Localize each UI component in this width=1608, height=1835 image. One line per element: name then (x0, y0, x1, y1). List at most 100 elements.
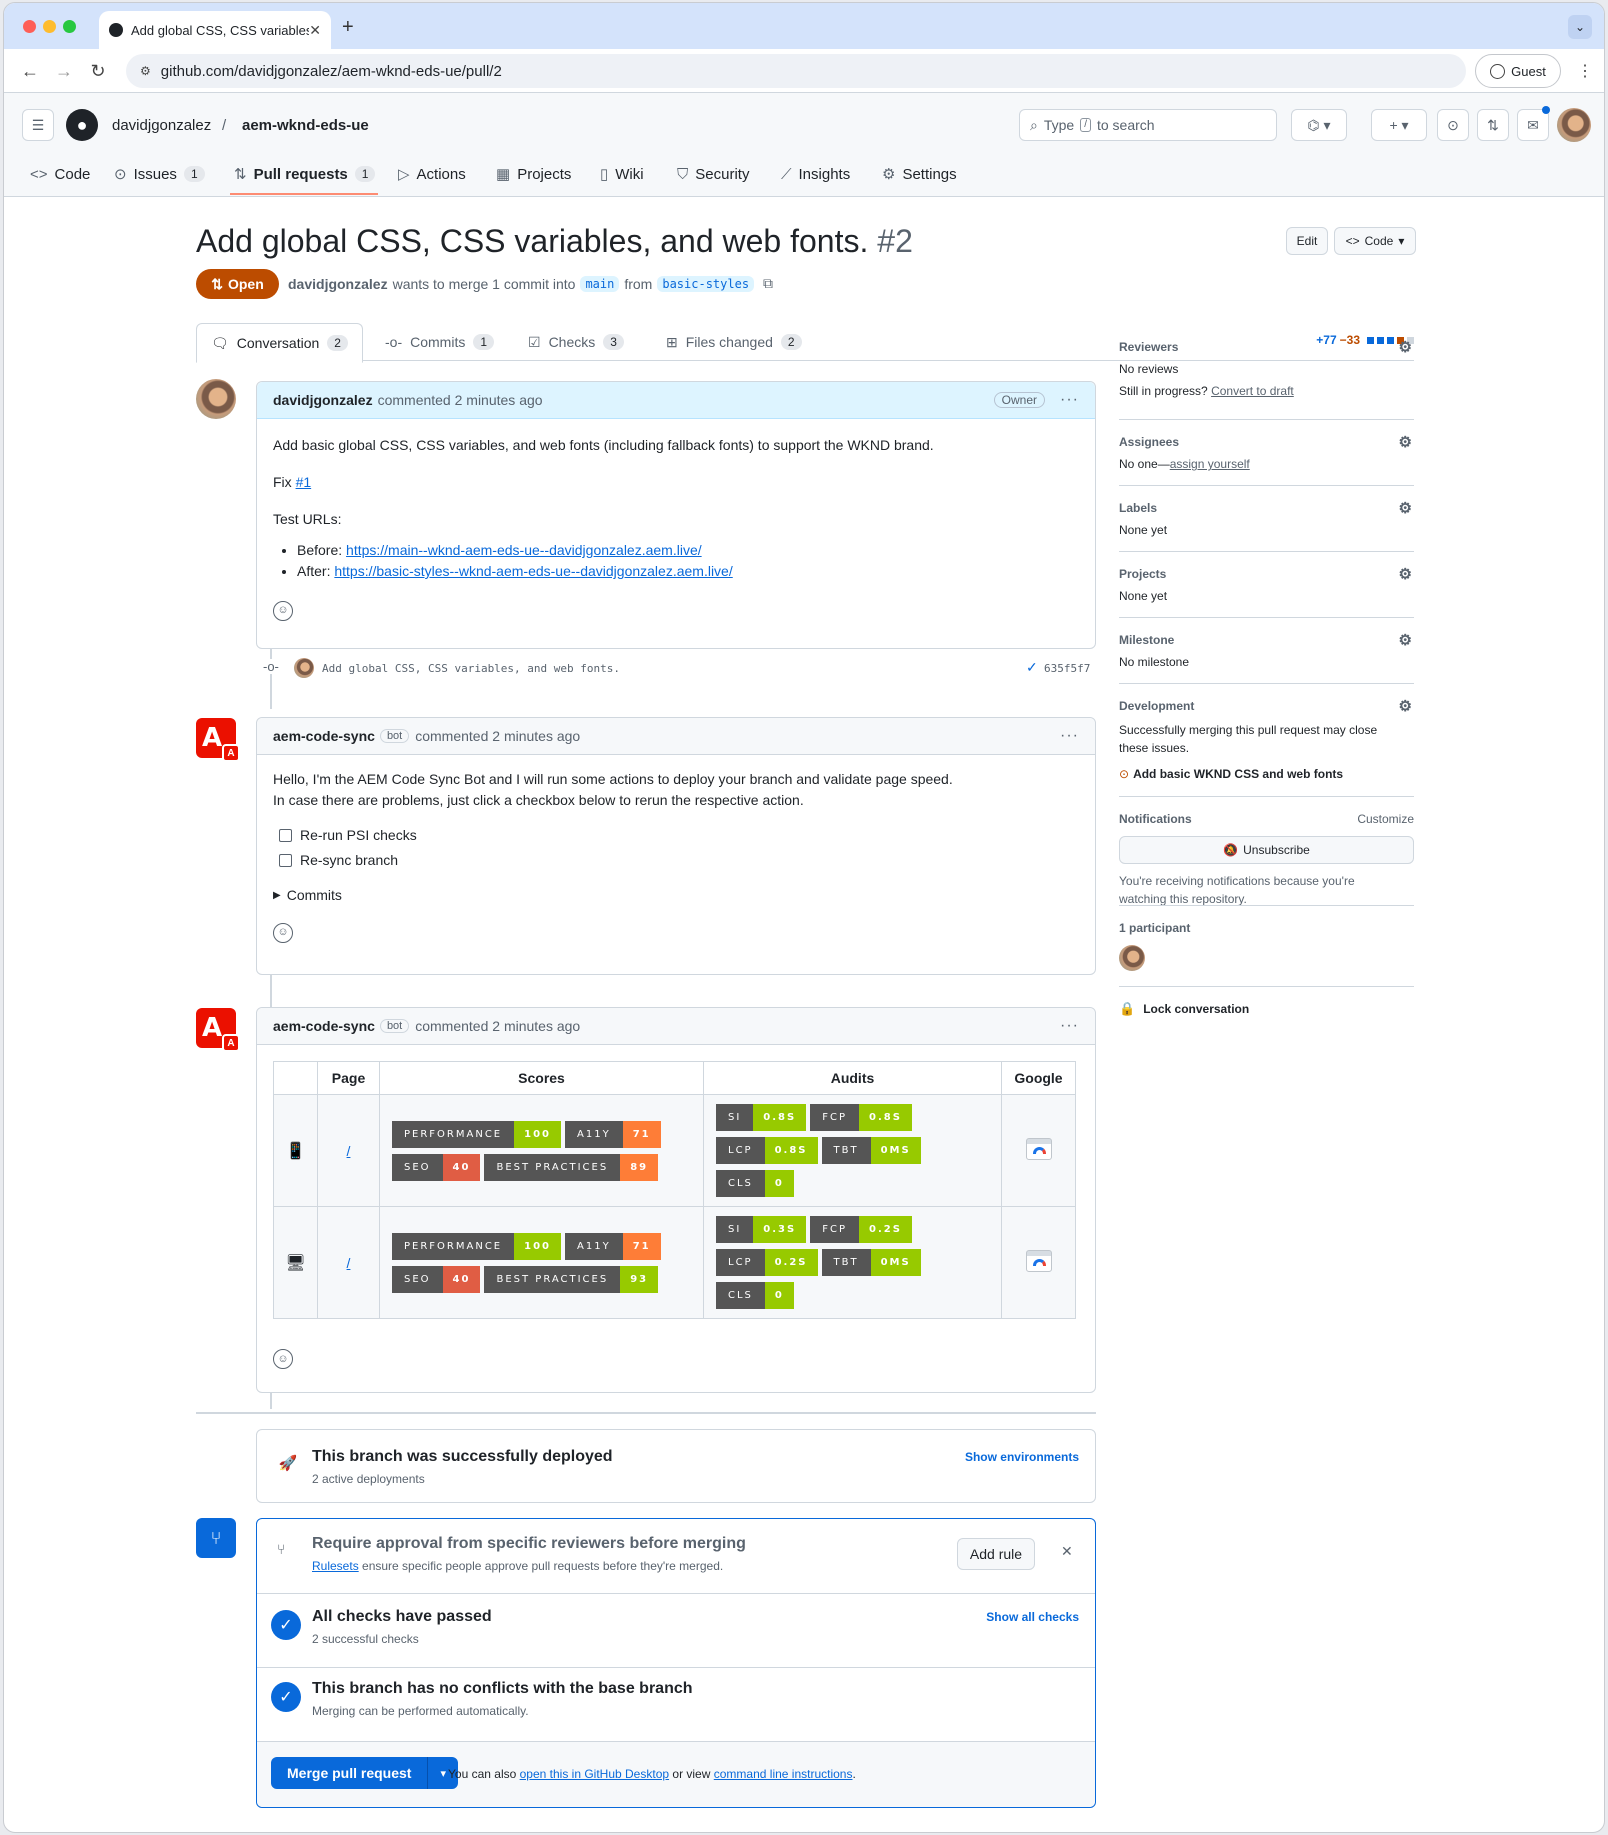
repo-nav-insights[interactable]: ⟋ Insights (781, 161, 850, 187)
comment-timestamp[interactable]: commented 2 minutes ago (378, 392, 543, 408)
copy-icon[interactable]: ⧉ (763, 275, 773, 292)
smiley-icon[interactable]: ☺ (273, 600, 293, 621)
comment-timestamp[interactable]: commented 2 minutes ago (415, 1018, 580, 1034)
page-link[interactable]: / (347, 1143, 351, 1159)
gear-icon[interactable]: ⚙ (1399, 338, 1412, 356)
site-settings-icon[interactable]: ⚙ (140, 64, 151, 78)
base-branch[interactable]: main (580, 275, 620, 292)
sidebar-heading[interactable]: Development (1119, 699, 1194, 713)
comment-timestamp[interactable]: commented 2 minutes ago (415, 728, 580, 744)
browser-tab[interactable]: Add global CSS, CSS variables, and web f… (99, 11, 331, 49)
new-tab-icon[interactable]: + (342, 16, 354, 39)
reload-icon[interactable]: ↻ (84, 57, 112, 85)
address-bar[interactable]: ⚙ github.com/davidjgonzalez/aem-wknd-eds… (126, 54, 1466, 88)
before-url-link[interactable]: https://main--wknd-aem-eds-ue--davidjgon… (346, 542, 702, 558)
tab-conversation[interactable]: 🗨 Conversation 2 (196, 323, 363, 363)
adobe-bot-avatar[interactable]: AA (196, 1008, 240, 1052)
gear-icon[interactable]: ⚙ (1399, 631, 1412, 649)
convert-to-draft-link[interactable]: Convert to draft (1211, 384, 1294, 398)
resync-checkbox[interactable] (279, 854, 292, 867)
forward-icon[interactable]: → (50, 57, 78, 85)
commit-message[interactable]: Add global CSS, CSS variables, and web f… (322, 662, 620, 675)
repo-nav-wiki[interactable]: ▯ Wiki (600, 161, 644, 187)
back-icon[interactable]: ← (16, 57, 44, 85)
issues-icon[interactable]: ⊙ (1437, 109, 1469, 141)
repo-nav-projects[interactable]: ▦ Projects (496, 161, 571, 187)
commit-sha[interactable]: 635f5f7 (1044, 662, 1090, 675)
repo-nav-pull-requests[interactable]: ⇅ Pull requests 1 (234, 161, 376, 187)
github-logo-icon[interactable]: ● (66, 109, 98, 141)
chevron-down-icon[interactable]: ⌄ (1568, 15, 1592, 39)
pull-requests-icon[interactable]: ⇅ (1477, 109, 1509, 141)
edit-button[interactable]: Edit (1286, 227, 1328, 255)
pagespeed-icon[interactable] (1025, 1250, 1052, 1272)
commits-details[interactable]: ▶ Commits (273, 885, 1079, 906)
repo-nav-code[interactable]: <> Code (30, 161, 90, 187)
close-tab-icon[interactable]: ✕ (309, 22, 321, 39)
kebab-horizontal-icon[interactable]: ··· (1060, 391, 1079, 409)
close-icon[interactable]: ✕ (1061, 1543, 1073, 1560)
sidebar-heading[interactable]: Reviewers (1119, 340, 1178, 354)
profile-button[interactable]: Guest (1475, 54, 1561, 88)
rulesets-link[interactable]: Rulesets (312, 1559, 359, 1573)
menu-icon[interactable]: ☰ (22, 109, 54, 141)
participant-avatar[interactable] (1119, 945, 1145, 971)
search-input[interactable]: ⌕ Type / to search (1019, 109, 1277, 141)
sidebar-heading[interactable]: Assignees (1119, 435, 1179, 449)
minimize-window-dot[interactable] (43, 20, 56, 33)
merge-pull-request-button[interactable]: Merge pull request (271, 1757, 429, 1789)
assign-yourself-link[interactable]: assign yourself (1170, 457, 1250, 471)
comment-author[interactable]: aem-code-sync (273, 728, 375, 744)
user-avatar[interactable] (1557, 108, 1591, 142)
more-vert-icon[interactable]: ⋮ (1577, 61, 1593, 81)
gear-icon[interactable]: ⚙ (1399, 697, 1412, 715)
zoom-window-dot[interactable] (63, 20, 76, 33)
repo-nav-security[interactable]: ⛉ Security (677, 161, 749, 187)
repo-owner-link[interactable]: davidjgonzalez (112, 117, 211, 134)
commit-author-avatar[interactable] (294, 658, 314, 678)
repo-nav-actions[interactable]: ▷ Actions (398, 161, 466, 187)
show-all-checks-link[interactable]: Show all checks (986, 1610, 1079, 1624)
linked-issue[interactable]: ⊙ Add basic WKND CSS and web fonts (1119, 767, 1414, 781)
copilot-button[interactable]: ⌬ ▾ (1291, 109, 1347, 141)
close-window-dot[interactable] (23, 20, 36, 33)
sidebar-heading[interactable]: Projects (1119, 567, 1166, 581)
comment-author[interactable]: aem-code-sync (273, 1018, 375, 1034)
gear-icon[interactable]: ⚙ (1399, 433, 1412, 451)
table-header: Page (317, 1061, 380, 1095)
head-branch[interactable]: basic-styles (657, 275, 755, 292)
adobe-bot-avatar[interactable]: AA (196, 718, 240, 762)
sidebar-heading[interactable]: Milestone (1119, 633, 1174, 647)
author-avatar[interactable] (196, 379, 236, 419)
kebab-horizontal-icon[interactable]: ··· (1060, 1017, 1079, 1035)
issue-link[interactable]: #1 (296, 474, 312, 490)
code-dropdown-button[interactable]: <> Code ▾ (1334, 227, 1416, 255)
create-new-button[interactable]: + ▾ (1371, 109, 1427, 141)
comment-author[interactable]: davidjgonzalez (273, 392, 373, 408)
pagespeed-icon[interactable] (1025, 1138, 1052, 1160)
github-desktop-link[interactable]: open this in GitHub Desktop (520, 1767, 669, 1781)
kebab-horizontal-icon[interactable]: ··· (1060, 727, 1079, 745)
show-environments-link[interactable]: Show environments (965, 1450, 1079, 1464)
repo-nav-label: Settings (902, 165, 957, 183)
after-url-link[interactable]: https://basic-styles--wknd-aem-eds-ue--d… (334, 563, 732, 579)
tab-commits[interactable]: -o- Commits 1 (371, 323, 508, 361)
tab-files-changed[interactable]: ⊞ Files changed 2 (652, 323, 816, 361)
add-rule-button[interactable]: Add rule (957, 1538, 1035, 1570)
tab-checks[interactable]: ☑ Checks 3 (514, 323, 638, 361)
customize-link[interactable]: Customize (1357, 812, 1414, 826)
sidebar-heading[interactable]: Labels (1119, 501, 1157, 515)
psi-checkbox[interactable] (279, 829, 292, 842)
unsubscribe-button[interactable]: 🔕 Unsubscribe (1119, 836, 1414, 864)
gear-icon[interactable]: ⚙ (1399, 499, 1412, 517)
command-line-link[interactable]: command line instructions (714, 1767, 853, 1781)
pr-author-link[interactable]: davidjgonzalez (288, 276, 388, 292)
smiley-icon[interactable]: ☺ (273, 1349, 293, 1369)
lock-conversation-button[interactable]: 🔒 Lock conversation (1119, 1001, 1414, 1017)
page-link[interactable]: / (347, 1255, 351, 1271)
repo-nav-issues[interactable]: ⊙ Issues 1 (114, 161, 205, 187)
gear-icon[interactable]: ⚙ (1399, 565, 1412, 583)
repo-name-link[interactable]: aem-wknd-eds-ue (242, 117, 369, 134)
repo-nav-settings[interactable]: ⚙ Settings (882, 161, 957, 187)
smiley-icon[interactable]: ☺ (273, 922, 293, 943)
